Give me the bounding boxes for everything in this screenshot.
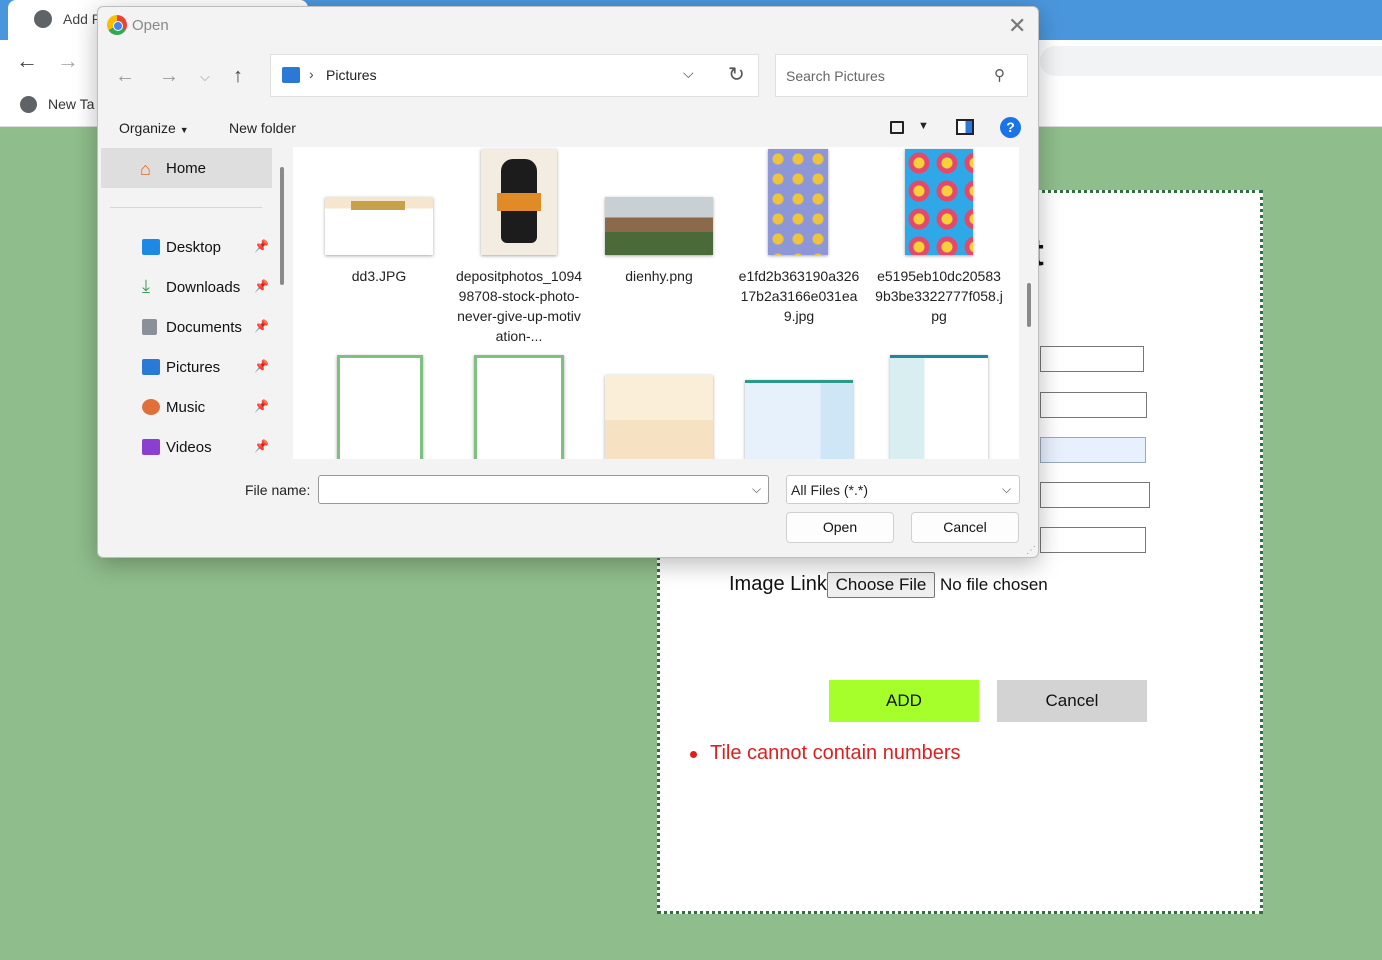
refresh-icon[interactable]: ↻ xyxy=(728,62,745,87)
thumbnail-banner xyxy=(351,201,405,210)
file-thumbnail[interactable] xyxy=(474,355,564,459)
search-icon: ⚲ xyxy=(994,67,1005,84)
pin-icon: 📌 xyxy=(254,359,269,373)
file-grid-scrollbar[interactable] xyxy=(1027,283,1031,327)
sidebar-item-label: Downloads xyxy=(166,279,241,296)
publisher-input[interactable] xyxy=(1040,527,1146,553)
error-message: Tile cannot contain numbers xyxy=(710,742,961,764)
sidebar-item-label: Pictures xyxy=(166,359,221,376)
forward-arrow-icon[interactable]: → xyxy=(57,48,79,74)
pictures-icon xyxy=(282,67,300,83)
sidebar-item-label: Videos xyxy=(166,439,212,456)
sidebar-home-label: Home xyxy=(166,160,207,177)
file-thumbnail[interactable] xyxy=(481,149,557,255)
pin-icon: 📌 xyxy=(254,279,269,293)
sidebar-scrollbar[interactable] xyxy=(280,167,284,285)
sidebar-item-desktop[interactable]: Desktop 📌 xyxy=(98,230,288,266)
documents-icon xyxy=(142,319,157,335)
pin-icon: 📌 xyxy=(254,439,269,453)
error-bullet xyxy=(690,751,697,758)
add-button[interactable]: ADD xyxy=(829,680,979,722)
file-thumbnail[interactable] xyxy=(768,149,828,255)
new-folder-button[interactable]: New folder xyxy=(229,120,296,136)
view-dropdown-icon[interactable]: ▼ xyxy=(918,120,929,132)
file-type-value: All Files (*.*) xyxy=(791,482,869,498)
file-name-label: File name: xyxy=(245,482,311,498)
title-input[interactable] xyxy=(1040,346,1144,372)
back-arrow-icon[interactable]: ← xyxy=(16,48,38,74)
open-button[interactable]: Open xyxy=(786,512,894,543)
globe-icon xyxy=(34,10,52,28)
file-grid: dd3.JPG depositphotos_109498708-stock-ph… xyxy=(293,147,1019,459)
globe-icon xyxy=(20,96,37,113)
file-thumbnail[interactable] xyxy=(605,375,713,459)
search-box[interactable]: Search Pictures ⚲ xyxy=(775,54,1028,97)
search-input[interactable]: Search Pictures xyxy=(786,68,885,84)
file-name[interactable]: depositphotos_109498708-stock-photo-neve… xyxy=(455,266,583,346)
videos-icon xyxy=(142,439,160,455)
recent-locations-chevron-icon[interactable]: ⌵ xyxy=(200,69,210,85)
file-thumbnail[interactable] xyxy=(905,149,973,255)
file-name[interactable]: e1fd2b363190a32617b2a3166e031ea9.jpg xyxy=(735,266,863,326)
file-thumbnail[interactable] xyxy=(337,355,423,459)
file-name-input[interactable] xyxy=(318,475,769,504)
sidebar-item-documents[interactable]: Documents 📌 xyxy=(98,310,288,346)
file-name[interactable]: e5195eb10dc205839b3be3322777f058.jpg xyxy=(875,266,1003,326)
genre-input[interactable] xyxy=(1040,482,1150,508)
up-arrow-icon[interactable]: ↑ xyxy=(233,65,243,88)
sidebar-item-label: Music xyxy=(166,399,206,416)
view-icon[interactable] xyxy=(890,121,904,134)
pin-icon: 📌 xyxy=(254,239,269,253)
chevron-down-icon[interactable]: ⌵ xyxy=(752,482,761,497)
chevron-down-icon[interactable]: ⌵ xyxy=(683,65,694,82)
music-icon xyxy=(142,399,160,415)
path-bar[interactable]: › Pictures ⌵ ↻ xyxy=(270,54,759,97)
pictures-icon xyxy=(142,359,160,375)
dropdown-icon: ▼ xyxy=(179,125,189,135)
dialog-title: Open xyxy=(132,17,169,34)
preview-pane-icon[interactable] xyxy=(956,119,974,135)
organize-menu[interactable]: Organize ▼ xyxy=(119,120,189,136)
chevron-right-icon: › xyxy=(309,66,314,82)
sidebar-divider xyxy=(110,207,262,208)
pin-icon: 📌 xyxy=(254,319,269,333)
open-file-dialog: Open ✕ ← → ⌵ ↑ › Pictures ⌵ ↻ Search Pic… xyxy=(97,6,1039,558)
sidebar-item-videos[interactable]: Videos 📌 xyxy=(98,430,288,466)
price-input[interactable] xyxy=(1040,437,1146,463)
sidebar-item-label: Documents xyxy=(166,319,242,336)
file-thumbnail[interactable] xyxy=(605,197,713,255)
file-thumbnail[interactable] xyxy=(325,197,433,255)
help-icon[interactable]: ? xyxy=(1000,117,1021,138)
home-icon: ⌂ xyxy=(140,159,151,179)
pin-icon: 📌 xyxy=(254,399,269,413)
file-thumbnail[interactable] xyxy=(745,380,853,459)
back-arrow-icon[interactable]: ← xyxy=(115,65,135,88)
chevron-down-icon: ⌵ xyxy=(1002,482,1012,496)
sidebar-item-label: Desktop xyxy=(166,239,222,256)
choose-file-button[interactable]: Choose File xyxy=(827,572,935,598)
resize-grip-icon[interactable]: ⋰ xyxy=(1026,545,1036,556)
organize-label: Organize xyxy=(119,120,176,136)
address-bar[interactable] xyxy=(1040,46,1382,76)
desktop-icon xyxy=(142,239,160,255)
sidebar-item-downloads[interactable]: ⤓ Downloads 📌 xyxy=(98,270,288,306)
file-type-select[interactable]: All Files (*.*) ⌵ xyxy=(786,475,1020,504)
sidebar-item-music[interactable]: Music 📌 xyxy=(98,390,288,426)
dialog-cancel-button[interactable]: Cancel xyxy=(911,512,1019,543)
download-icon: ⤓ xyxy=(142,276,150,296)
author-input[interactable] xyxy=(1040,392,1147,418)
form-cancel-button[interactable]: Cancel xyxy=(997,680,1147,722)
file-thumbnail[interactable] xyxy=(890,355,988,459)
sidebar-item-pictures[interactable]: Pictures 📌 xyxy=(98,350,288,386)
close-icon[interactable]: ✕ xyxy=(1008,13,1026,39)
thumbnail-stripe xyxy=(497,193,541,211)
file-name[interactable]: dd3.JPG xyxy=(315,266,443,286)
bookmark-new-tab[interactable]: New Ta xyxy=(48,96,94,112)
forward-arrow-icon[interactable]: → xyxy=(159,65,179,88)
path-location[interactable]: Pictures xyxy=(326,67,377,83)
file-name[interactable]: dienhy.png xyxy=(595,266,723,286)
chrome-icon xyxy=(107,15,127,35)
no-file-chosen-text: No file chosen xyxy=(940,575,1048,594)
image-link-label: Image Link xyxy=(729,573,827,595)
